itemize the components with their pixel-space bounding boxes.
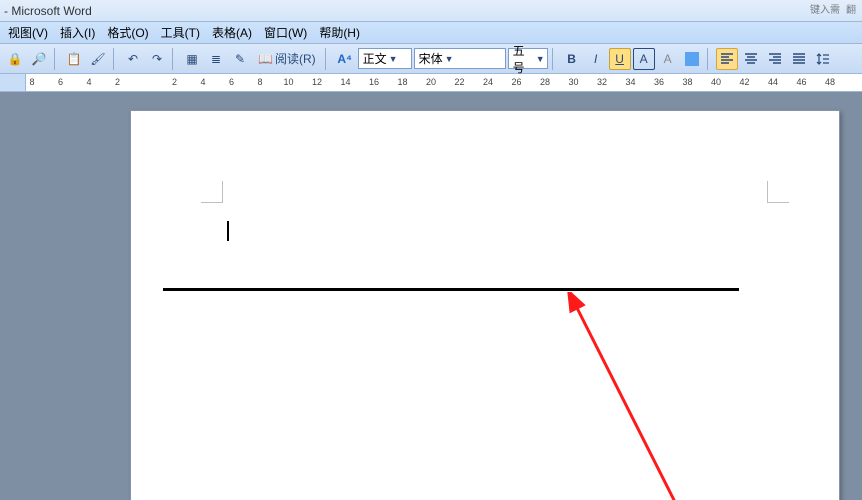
font-combo[interactable]: 宋体 ▼ <box>414 48 506 69</box>
window-extra: 翻 <box>846 0 856 22</box>
window-title: - Microsoft Word <box>4 0 92 22</box>
research-icon[interactable]: 🔎 <box>28 48 50 70</box>
menu-bar: 视图(V) 插入(I) 格式(O) 工具(T) 表格(A) 窗口(W) 帮助(H… <box>0 22 862 44</box>
separator <box>172 48 177 70</box>
ruler-tick: 10 <box>283 77 293 87</box>
ruler-row: 8642246810121416182022242628303234363840… <box>0 74 862 92</box>
italic-button[interactable]: I <box>585 48 607 70</box>
ruler-tick: 26 <box>511 77 521 87</box>
underline-button[interactable]: U <box>609 48 631 70</box>
ruler-tick: 20 <box>426 77 436 87</box>
alignment-group <box>716 48 810 70</box>
columns-icon[interactable]: ≣ <box>205 48 227 70</box>
ruler-corner <box>0 74 26 91</box>
drawing-icon[interactable]: ✎ <box>229 48 251 70</box>
page[interactable] <box>130 110 840 500</box>
margin-corner-top-left-icon <box>201 181 223 203</box>
ruler-tick: 2 <box>115 77 120 87</box>
ruler-tick: 2 <box>172 77 177 87</box>
line-spacing-button[interactable] <box>812 48 834 70</box>
separator <box>54 48 59 70</box>
reading-label: 阅读(R) <box>275 50 316 67</box>
ruler-tick: 40 <box>711 77 721 87</box>
menu-tools[interactable]: 工具(T) <box>155 22 206 43</box>
align-left-button[interactable] <box>716 48 738 70</box>
reading-layout-button[interactable]: 📖 阅读(R) <box>253 48 321 70</box>
ruler-tick: 6 <box>58 77 63 87</box>
menu-help[interactable]: 帮助(H) <box>313 22 366 43</box>
style-value: 正文 <box>363 50 387 67</box>
ruler-tick: 16 <box>369 77 379 87</box>
align-center-button[interactable] <box>740 48 762 70</box>
document-workspace <box>0 92 862 500</box>
ruler-tick: 14 <box>340 77 350 87</box>
chevron-down-icon: ▼ <box>389 54 398 64</box>
ruler-tick: 48 <box>825 77 835 87</box>
format-painter-icon[interactable]: 🖌 <box>87 48 109 70</box>
highlight-dropdown-icon[interactable] <box>681 48 703 70</box>
ruler-tick: 32 <box>597 77 607 87</box>
horizontal-ruler[interactable]: 8642246810121416182022242628303234363840… <box>26 74 862 91</box>
bold-button[interactable]: B <box>561 48 583 70</box>
align-justify-button[interactable] <box>788 48 810 70</box>
separator <box>113 48 118 70</box>
ruler-tick: 12 <box>312 77 322 87</box>
window-right-cluster: 键入需 翻 <box>810 0 862 22</box>
margin-corner-top-right-icon <box>767 181 789 203</box>
char-border-button[interactable]: A <box>633 48 655 70</box>
table-insert-icon[interactable]: ▦ <box>181 48 203 70</box>
permission-icon[interactable]: 🔒 <box>4 48 26 70</box>
chevron-down-icon: ▼ <box>445 54 454 64</box>
highlight-swatch-icon <box>685 52 699 66</box>
ruler-tick: 4 <box>200 77 205 87</box>
ruler-tick: 8 <box>29 77 34 87</box>
chevron-down-icon: ▼ <box>536 54 545 64</box>
toolbar: 🔒 🔎 📋 🖌 ↶ ↷ ▦ ≣ ✎ 📖 阅读(R) A⁴ 正文 ▼ 宋体 ▼ 五… <box>0 44 862 74</box>
menu-insert[interactable]: 插入(I) <box>54 22 101 43</box>
window-help-hint: 键入需 <box>810 0 840 22</box>
separator <box>707 48 712 70</box>
text-cursor <box>227 221 229 241</box>
ruler-tick: 42 <box>739 77 749 87</box>
title-bar: - Microsoft Word 键入需 翻 <box>0 0 862 22</box>
horizontal-rule-line <box>163 288 739 291</box>
font-scale-icon[interactable]: A⁴ <box>334 48 356 70</box>
separator <box>552 48 557 70</box>
ruler-tick: 18 <box>397 77 407 87</box>
ruler-tick: 4 <box>86 77 91 87</box>
ruler-tick: 30 <box>568 77 578 87</box>
menu-window[interactable]: 窗口(W) <box>258 22 313 43</box>
ruler-tick: 36 <box>654 77 664 87</box>
separator <box>325 48 330 70</box>
ruler-tick: 6 <box>229 77 234 87</box>
ruler-tick: 22 <box>454 77 464 87</box>
font-size-combo[interactable]: 五号 ▼ <box>508 48 548 69</box>
font-value: 宋体 <box>419 50 443 67</box>
ruler-tick: 34 <box>625 77 635 87</box>
style-combo[interactable]: 正文 ▼ <box>358 48 412 69</box>
char-shading-button[interactable]: A <box>657 48 679 70</box>
menu-view[interactable]: 视图(V) <box>2 22 54 43</box>
redo-icon[interactable]: ↷ <box>146 48 168 70</box>
menu-format[interactable]: 格式(O) <box>101 22 154 43</box>
ruler-tick: 8 <box>257 77 262 87</box>
ruler-tick: 28 <box>540 77 550 87</box>
ruler-tick: 46 <box>796 77 806 87</box>
ruler-tick: 24 <box>483 77 493 87</box>
book-icon: 📖 <box>258 52 273 66</box>
align-right-button[interactable] <box>764 48 786 70</box>
ruler-tick: 44 <box>768 77 778 87</box>
menu-table[interactable]: 表格(A) <box>206 22 258 43</box>
ruler-tick: 38 <box>682 77 692 87</box>
undo-icon[interactable]: ↶ <box>122 48 144 70</box>
size-value: 五号 <box>513 42 534 76</box>
paste-icon[interactable]: 📋 <box>63 48 85 70</box>
